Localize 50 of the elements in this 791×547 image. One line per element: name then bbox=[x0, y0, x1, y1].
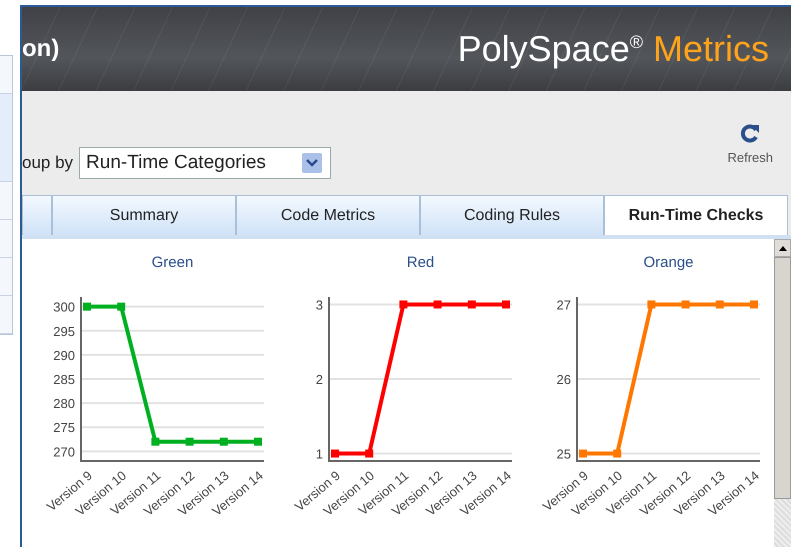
y-tick-label: 2 bbox=[316, 372, 323, 387]
y-tick-label: 270 bbox=[53, 444, 75, 460]
y-tick-label: 300 bbox=[53, 300, 75, 315]
caret-icon bbox=[302, 153, 322, 173]
y-tick-label: 275 bbox=[53, 420, 75, 436]
data-point bbox=[365, 450, 374, 458]
data-point bbox=[613, 450, 622, 458]
data-point bbox=[502, 300, 510, 308]
data-point bbox=[254, 438, 262, 446]
y-tick-label: 1 bbox=[316, 446, 323, 462]
data-point bbox=[151, 438, 160, 446]
data-point bbox=[647, 300, 656, 308]
y-tick-label: 25 bbox=[556, 446, 571, 462]
product-logo: PolySpace$^{®}$ Metrics bbox=[458, 28, 769, 70]
scrollbar[interactable] bbox=[774, 239, 791, 547]
data-point bbox=[117, 302, 126, 311]
data-point bbox=[579, 450, 587, 458]
y-tick-label: 285 bbox=[53, 372, 75, 387]
chart-title: Red bbox=[406, 254, 434, 271]
tab[interactable]: Run-Time Checks bbox=[604, 195, 788, 235]
refresh-icon bbox=[739, 122, 762, 144]
chart-title: Orange bbox=[643, 254, 694, 271]
tab[interactable]: Coding Rules bbox=[420, 195, 604, 235]
data-point bbox=[468, 300, 476, 308]
scroll-up-button[interactable] bbox=[774, 239, 791, 257]
group-by-label: oup by bbox=[22, 153, 74, 173]
scroll-thumb[interactable] bbox=[774, 257, 791, 499]
tab[interactable]: Summary bbox=[52, 195, 236, 235]
tab[interactable] bbox=[22, 195, 52, 235]
data-point bbox=[399, 300, 408, 308]
data-point bbox=[682, 300, 690, 308]
data-point bbox=[434, 300, 442, 308]
tab[interactable]: Code Metrics bbox=[236, 195, 420, 235]
y-tick-label: 290 bbox=[53, 348, 75, 363]
chart-title: Green bbox=[152, 254, 194, 271]
app-title: on) bbox=[22, 35, 60, 63]
data-point bbox=[331, 450, 339, 458]
data-point bbox=[220, 438, 228, 446]
y-tick-label: 295 bbox=[53, 324, 75, 339]
group-by-dropdown[interactable]: Run-Time Categories bbox=[79, 147, 332, 179]
data-point bbox=[716, 300, 724, 308]
y-tick-label: 27 bbox=[556, 297, 571, 312]
y-tick-label: 26 bbox=[556, 372, 571, 387]
y-tick-label: 280 bbox=[53, 396, 75, 412]
data-point bbox=[186, 438, 194, 446]
y-tick-label: 3 bbox=[316, 297, 323, 312]
refresh-button[interactable]: Refresh bbox=[727, 122, 773, 164]
data-point bbox=[750, 300, 758, 308]
data-point bbox=[83, 302, 91, 311]
up-arrow-icon bbox=[778, 246, 786, 250]
